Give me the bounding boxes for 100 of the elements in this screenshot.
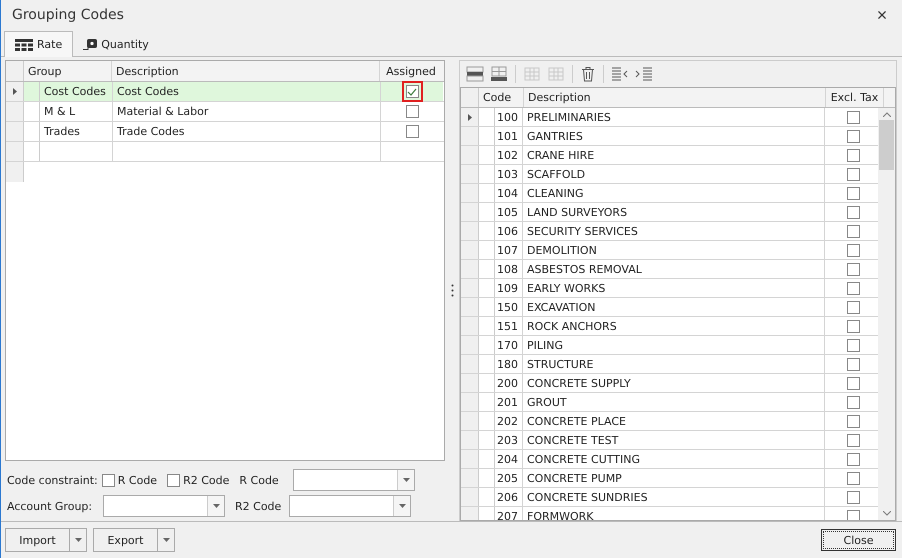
checkbox[interactable] [847, 396, 860, 408]
table-cell: 100 [497, 110, 518, 124]
table-cell: 101 [497, 130, 518, 142]
row-pointer-icon [12, 88, 16, 95]
table-cell: 106 [497, 224, 518, 238]
caret-icon [398, 504, 406, 508]
table-cell: GROUT [527, 396, 567, 408]
row-header[interactable] [461, 108, 479, 126]
checkbox[interactable]: R Code [102, 474, 158, 486]
table-cell: EXCAVATION [527, 300, 596, 314]
column-header[interactable]: Description [112, 61, 380, 81]
tape-measure-icon [83, 38, 98, 50]
dropdown-field[interactable] [293, 469, 416, 491]
checkbox[interactable] [847, 244, 860, 256]
table-cell: 102 [497, 148, 518, 162]
table-cell: 170 [497, 338, 518, 352]
table-cell: FORMWORK [527, 510, 594, 520]
export-button[interactable]: Export [93, 528, 175, 552]
table-cell: 151 [497, 320, 518, 332]
checkbox[interactable] [847, 414, 860, 428]
close-button[interactable]: Close [821, 529, 896, 551]
table-cell: CONCRETE SUPPLY [527, 376, 631, 390]
table-cell: 107 [497, 244, 518, 256]
table-cell: CONCRETE SUNDRIES [527, 490, 648, 504]
scroll-down-icon[interactable] [882, 511, 890, 516]
row-pointer-icon [468, 114, 472, 120]
checkbox[interactable] [847, 110, 860, 124]
table-cell: PRELIMINARIES [527, 110, 611, 124]
checkbox[interactable] [847, 130, 860, 142]
checkbox[interactable] [847, 376, 860, 390]
group-row[interactable]: Trades Trade Codes [6, 122, 444, 142]
table-cell: 205 [497, 472, 518, 484]
tab[interactable]: Quantity [73, 32, 159, 56]
table-cell: Trades [44, 125, 80, 138]
table-cell: Cost Codes [117, 85, 179, 98]
scrollbar[interactable] [878, 108, 895, 520]
checkbox[interactable] [847, 320, 860, 332]
table-cell: 105 [497, 206, 518, 218]
append-row-button[interactable] [488, 64, 510, 84]
checkbox[interactable] [847, 186, 860, 200]
checkbox[interactable] [847, 262, 860, 276]
checkbox[interactable] [406, 105, 418, 118]
checkbox[interactable] [847, 472, 860, 484]
table-cell: CONCRETE PLACE [527, 414, 626, 428]
splitter-handle-icon[interactable] [450, 284, 454, 297]
table-cell: 207 [497, 510, 518, 520]
checkbox[interactable] [847, 358, 860, 370]
import-button[interactable]: Import [5, 528, 87, 552]
scroll-up-icon[interactable] [882, 112, 890, 117]
window-title: Grouping Codes [12, 7, 124, 23]
table-cell: CONCRETE PUMP [527, 472, 622, 484]
table-cell: SCAFFOLD [527, 168, 586, 180]
field-label: Code constraint: [7, 474, 98, 486]
checkbox[interactable] [847, 452, 860, 466]
column-header[interactable]: Description [524, 88, 826, 107]
checkbox[interactable] [847, 282, 860, 294]
table-cell: LAND SURVEYORS [527, 206, 628, 218]
tab[interactable]: Rate [4, 31, 74, 57]
column-header[interactable]: Code [479, 88, 524, 107]
table-cell: 201 [497, 396, 518, 408]
checkbox[interactable] [406, 85, 418, 98]
checkbox[interactable]: R2 Code [167, 474, 230, 486]
table-cell: DEMOLITION [527, 244, 597, 256]
dropdown-field[interactable] [103, 495, 225, 517]
row-header[interactable] [6, 82, 24, 101]
checkbox[interactable] [847, 148, 860, 162]
checkbox[interactable] [406, 125, 418, 138]
close-button[interactable]: × [862, 0, 902, 30]
table-cell: EARLY WORKS [527, 282, 606, 294]
checkbox[interactable] [847, 338, 860, 352]
column-header[interactable]: Assigned [380, 61, 442, 81]
checkbox[interactable] [847, 300, 860, 314]
field-label: R2 Code [235, 500, 282, 512]
checkbox[interactable] [847, 510, 860, 520]
table-cell: 180 [497, 358, 518, 370]
caret-icon [402, 478, 410, 482]
caret-icon [74, 538, 82, 542]
table-cell: SECURITY SERVICES [527, 224, 638, 238]
table-cell: CLEANING [527, 186, 584, 200]
group-row[interactable]: M & L Material & Labor [6, 102, 444, 122]
table-cell: 109 [497, 282, 518, 294]
checkbox[interactable] [847, 490, 860, 504]
checkbox[interactable] [847, 168, 860, 180]
table-icon [15, 38, 33, 50]
table-cell: 206 [497, 490, 518, 504]
scroll-thumb[interactable] [879, 120, 894, 170]
table-cell: ROCK ANCHORS [527, 320, 617, 332]
table-cell: M & L [44, 105, 76, 118]
table-cell: ASBESTOS REMOVAL [527, 262, 642, 276]
table-cell: Trade Codes [117, 125, 185, 138]
table-cell: PILING [527, 338, 564, 352]
insert-row-button[interactable] [464, 64, 486, 84]
checkbox[interactable] [847, 434, 860, 446]
table-cell: CRANE HIRE [527, 148, 594, 162]
checkbox[interactable] [847, 206, 860, 218]
checkbox[interactable] [847, 224, 860, 238]
dropdown-field[interactable] [289, 495, 411, 517]
table-cell: 108 [497, 262, 518, 276]
column-header[interactable]: Group [24, 61, 112, 81]
table-cell: CONCRETE CUTTING [527, 452, 640, 466]
